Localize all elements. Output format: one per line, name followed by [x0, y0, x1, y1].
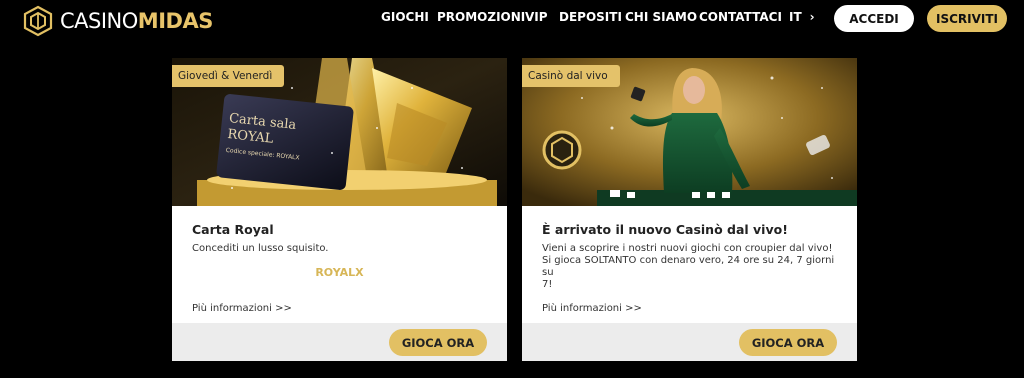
nav-item-promozioni[interactable]: PROMOZIONI: [437, 10, 525, 24]
card-body: Carta Royal Concediti un lusso squisito.…: [192, 222, 492, 279]
play-now-button[interactable]: GIOCA ORA: [389, 329, 487, 356]
promo-tag: Casinò dal vivo: [522, 65, 620, 87]
language-code: IT: [789, 10, 802, 24]
signup-button[interactable]: ISCRIVITI: [927, 5, 1007, 32]
card-body: È arrivato il nuovo Casinò dal vivo! Vie…: [542, 222, 842, 291]
card-text: Concediti un lusso squisito.: [192, 243, 329, 254]
login-button[interactable]: ACCEDI: [834, 5, 914, 32]
card-title: È arrivato il nuovo Casinò dal vivo!: [542, 222, 788, 237]
logo-text-midas: MIDAS: [137, 8, 214, 33]
card-text-line-2: Si gioca SOLTANTO con denaro vero, 24 or…: [542, 255, 835, 278]
more-info-link[interactable]: Più informazioni >>: [192, 303, 292, 314]
card-title: Carta Royal: [192, 222, 274, 237]
card-text-line-3: 7!: [542, 279, 553, 290]
midas-logo-icon: [23, 5, 53, 37]
logo-text: CASINOMIDAS: [60, 8, 214, 33]
nav-item-contattaci[interactable]: CONTATTACI: [699, 10, 782, 24]
nav-item-depositi[interactable]: DEPOSITI: [559, 10, 622, 24]
promo-card-royal: Carta sala ROYAL Codice speciale: ROYALX…: [172, 58, 507, 361]
chevron-right-icon: ›: [809, 10, 815, 24]
card-footer: GIOCA ORA: [522, 323, 857, 361]
play-now-button[interactable]: GIOCA ORA: [739, 329, 837, 356]
nav-item-vip[interactable]: VIP: [525, 10, 548, 24]
nav-item-giochi[interactable]: GIOCHI: [381, 10, 429, 24]
logo-text-casino: CASINO: [60, 8, 138, 33]
more-info-link[interactable]: Più informazioni >>: [542, 303, 642, 314]
card-footer: GIOCA ORA: [172, 323, 507, 361]
casino-midas-logo[interactable]: CASINOMIDAS: [22, 5, 213, 37]
promo-image-royal-card[interactable]: Carta sala ROYAL Codice speciale: ROYALX…: [172, 58, 507, 206]
nav-item-chi-siamo[interactable]: CHI SIAMO: [625, 10, 697, 24]
promo-card-live-casino: Casinò dal vivo È arrivato il nuovo Casi…: [522, 58, 857, 361]
site-header: CASINOMIDAS GIOCHI PROMOZIONI VIP DEPOSI…: [0, 0, 1024, 38]
promo-tag: Giovedì & Venerdì: [172, 65, 285, 87]
promo-image-live-casino[interactable]: Casinò dal vivo: [522, 58, 857, 206]
promo-code: ROYALX: [315, 266, 364, 279]
language-selector[interactable]: IT ›: [789, 10, 815, 24]
card-text-line-1: Vieni a scoprire i nostri nuovi giochi c…: [542, 243, 833, 254]
